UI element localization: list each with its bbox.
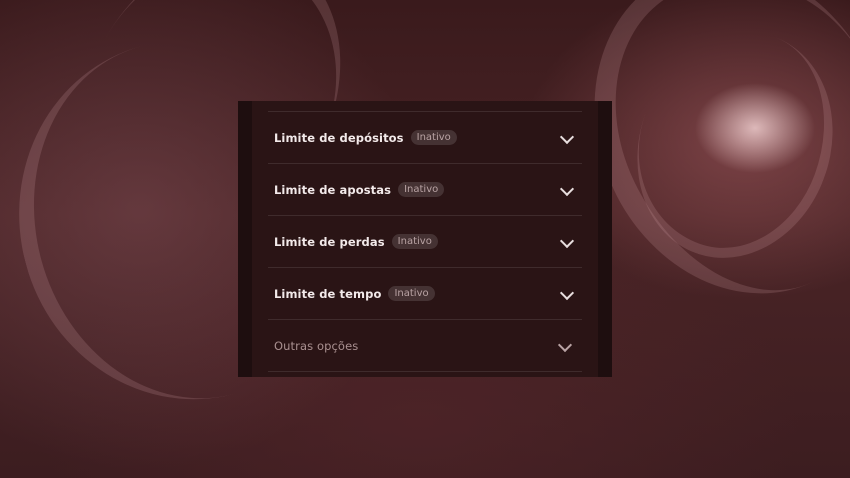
chevron-down-icon[interactable] [559,285,575,300]
time-limit-row[interactable]: Limite de tempo Inativo [268,268,582,320]
limits-panel: Limite de depósitos Inativo Limite de ap… [238,101,612,377]
limits-list: Limite de depósitos Inativo Limite de ap… [268,111,582,372]
chevron-down-icon[interactable] [559,129,575,144]
row-label: Limite de perdas [274,234,385,249]
status-badge: Inativo [391,234,438,249]
panel-edge [238,101,252,377]
chevron-down-icon[interactable] [559,233,575,248]
loss-limit-row[interactable]: Limite de perdas Inativo [268,216,582,268]
chevron-down-icon[interactable] [559,181,575,196]
panel-edge [598,101,612,377]
row-label: Limite de depósitos [274,130,404,145]
status-badge: Inativo [398,182,445,197]
deposit-limit-row[interactable]: Limite de depósitos Inativo [268,112,582,164]
bet-limit-row[interactable]: Limite de apostas Inativo [268,164,582,216]
status-badge: Inativo [410,130,457,145]
chevron-down-icon[interactable] [557,337,573,352]
other-options-label: Outras opções [274,338,359,353]
status-badge: Inativo [388,286,435,301]
other-options-row[interactable]: Outras opções [268,320,582,372]
row-label: Limite de tempo [274,286,382,301]
row-label: Limite de apostas [274,182,392,197]
